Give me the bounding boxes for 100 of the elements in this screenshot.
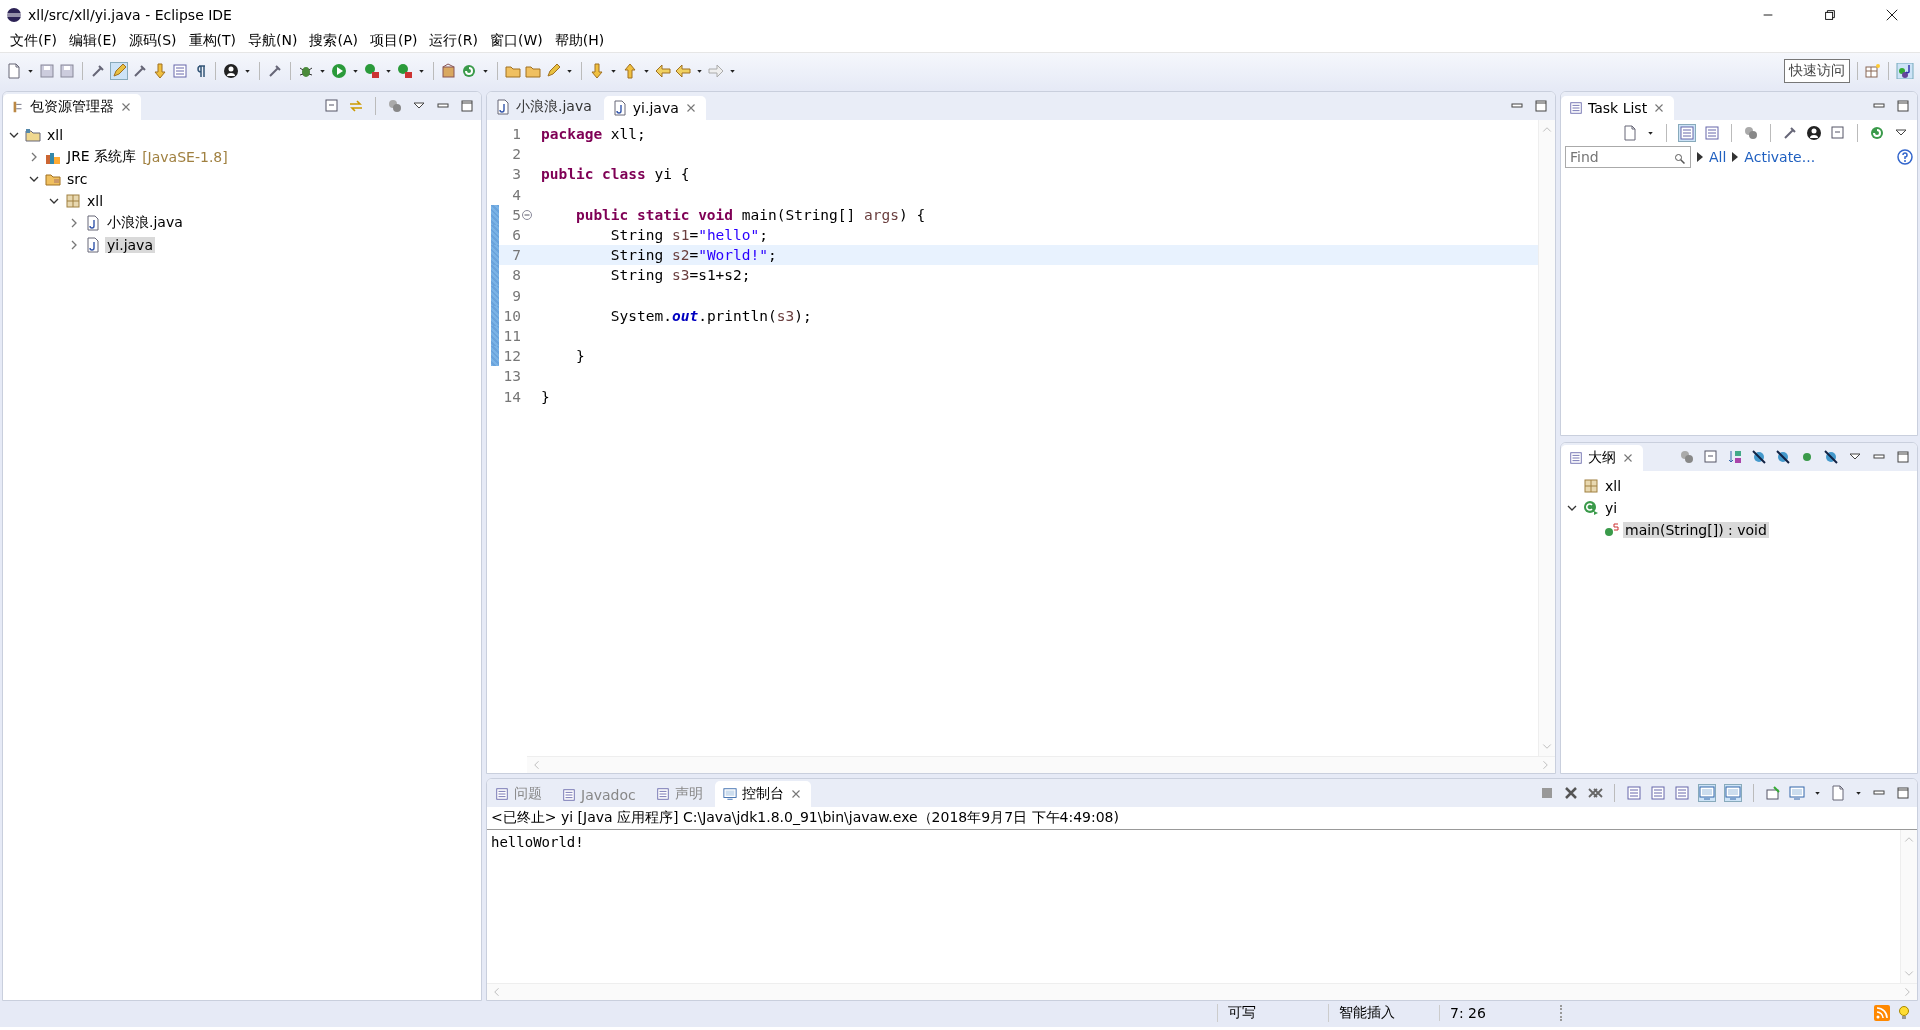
- collapse-all-icon[interactable]: [1830, 125, 1846, 141]
- java-perspective-icon[interactable]: [1896, 63, 1914, 79]
- editor-tab[interactable]: 小浪浪.java: [487, 94, 600, 120]
- tree-item[interactable]: xll: [45, 127, 66, 143]
- arrow-left-icon[interactable]: [655, 63, 671, 79]
- editor-tab[interactable]: yi.java: [603, 96, 706, 120]
- spheres-icon[interactable]: [1679, 449, 1695, 465]
- run-tool-icon[interactable]: [397, 63, 413, 79]
- view-tab[interactable]: 控制台: [714, 781, 811, 807]
- menu-item[interactable]: 项目(P): [364, 32, 424, 50]
- document-icon[interactable]: [1830, 785, 1846, 801]
- tree-item[interactable]: src: [65, 171, 90, 187]
- list-icon[interactable]: [1674, 785, 1690, 801]
- person-icon[interactable]: [1806, 125, 1822, 141]
- tool-icon[interactable]: [267, 63, 283, 79]
- link-icon[interactable]: [348, 98, 364, 114]
- hide-icon[interactable]: [1823, 449, 1839, 465]
- list-icon[interactable]: [1704, 125, 1720, 141]
- box-icon[interactable]: [441, 63, 457, 79]
- lightbulb-icon[interactable]: [1896, 1005, 1912, 1021]
- refresh-icon[interactable]: [1869, 125, 1885, 141]
- menu-item[interactable]: 搜索(A): [303, 32, 364, 50]
- document-icon[interactable]: [1622, 125, 1638, 141]
- sort-icon[interactable]: [1727, 449, 1743, 465]
- tool-icon[interactable]: [132, 63, 148, 79]
- stop-icon[interactable]: [1539, 785, 1555, 801]
- tree-item[interactable]: JRE 系统库: [65, 148, 139, 166]
- line-number: 13: [502, 368, 521, 385]
- tree-item[interactable]: 小浪浪.java: [105, 214, 185, 232]
- pin-icon[interactable]: [1765, 785, 1781, 801]
- line-number: 14: [502, 388, 521, 405]
- arrow-down-icon[interactable]: [152, 63, 168, 79]
- maximize-icon[interactable]: [1895, 785, 1911, 801]
- console-icon[interactable]: [1725, 785, 1741, 801]
- tool-icon[interactable]: [90, 63, 106, 79]
- menu-item[interactable]: 编辑(E): [63, 32, 123, 50]
- tree-item[interactable]: xll: [85, 193, 106, 209]
- restore-icon: [1823, 8, 1837, 22]
- view-tab[interactable]: 大纲: [1561, 445, 1643, 471]
- help-icon[interactable]: [1897, 149, 1913, 165]
- view-tab[interactable]: Task List: [1561, 96, 1675, 120]
- menu-item[interactable]: 文件(F): [4, 32, 63, 50]
- code-line: public class yi {: [541, 166, 690, 183]
- filter-link[interactable]: Activate...: [1744, 149, 1816, 165]
- folder-icon[interactable]: [525, 63, 541, 79]
- fold-icon[interactable]: [521, 208, 533, 221]
- perspective-icon[interactable]: [1865, 63, 1881, 79]
- line-number: 12: [502, 348, 521, 365]
- person-icon[interactable]: [223, 63, 239, 79]
- menu-item[interactable]: 源码(S): [122, 32, 183, 50]
- collapse-all-icon[interactable]: [324, 98, 340, 114]
- list-icon[interactable]: [1679, 125, 1695, 141]
- list-icon[interactable]: [1569, 100, 1583, 116]
- console-icon[interactable]: [1789, 785, 1805, 801]
- hide-icon[interactable]: [1775, 449, 1791, 465]
- eclipse-logo-icon: [6, 7, 22, 23]
- tree-item[interactable]: yi: [1603, 500, 1620, 516]
- search-icon: [1674, 151, 1686, 167]
- folder-icon[interactable]: [505, 63, 521, 79]
- rss-icon[interactable]: [1874, 1005, 1890, 1021]
- pencil-icon[interactable]: [111, 63, 127, 79]
- menu-item[interactable]: 重构(T): [182, 32, 243, 50]
- java-file-icon: [85, 237, 101, 253]
- collapse-all-icon[interactable]: [1703, 449, 1719, 465]
- filter-link[interactable]: All: [1709, 149, 1727, 165]
- arrow-left-icon[interactable]: [675, 63, 691, 79]
- maximize-icon[interactable]: [459, 98, 475, 114]
- triangle-icon: [1732, 152, 1739, 162]
- console-header: <已终止> yi [Java 应用程序] C:\Java\jdk1.8.0_91\bin\javaw.exe（2018年9月7日 下午4:49:08): [487, 807, 1917, 830]
- spheres-icon[interactable]: [1743, 125, 1759, 141]
- list-icon[interactable]: [1650, 785, 1666, 801]
- maximize-icon[interactable]: [1895, 449, 1911, 465]
- tree-item[interactable]: xll: [1603, 478, 1624, 494]
- quick-access-field[interactable]: 快速访问: [1784, 59, 1850, 83]
- list-icon[interactable]: [1569, 450, 1583, 466]
- list-icon[interactable]: [1626, 785, 1642, 801]
- method-icon: [1603, 522, 1619, 538]
- tree-item[interactable]: yi.java: [105, 237, 155, 253]
- hide-icon[interactable]: [1751, 449, 1767, 465]
- maximize-icon[interactable]: [1895, 98, 1911, 114]
- view-tab[interactable]: 包资源管理器: [3, 94, 141, 120]
- refresh-icon[interactable]: [461, 63, 477, 79]
- play-icon[interactable]: [331, 63, 347, 79]
- tree-item[interactable]: main(String[]) : void: [1623, 522, 1769, 538]
- menu-item[interactable]: 窗口(W): [484, 32, 549, 50]
- code-line: String s2="World!";: [609, 247, 777, 264]
- tool-icon[interactable]: [1782, 125, 1798, 141]
- menu-item[interactable]: 导航(N): [242, 32, 304, 50]
- maximize-icon[interactable]: [1533, 98, 1549, 114]
- triangle-icon: [1697, 152, 1703, 162]
- find-field[interactable]: Find: [1565, 146, 1691, 168]
- remove-icon[interactable]: [1563, 785, 1579, 801]
- run-tool-icon[interactable]: [364, 63, 380, 79]
- spheres-icon[interactable]: [387, 98, 403, 114]
- pencil-icon[interactable]: [545, 63, 561, 79]
- menu-item[interactable]: 运行(R): [423, 32, 484, 50]
- menu-item[interactable]: 帮助(H): [548, 32, 611, 50]
- console-icon[interactable]: [1699, 785, 1715, 801]
- list-icon: [562, 787, 576, 803]
- version-label: [JavaSE-1.8]: [142, 149, 228, 165]
